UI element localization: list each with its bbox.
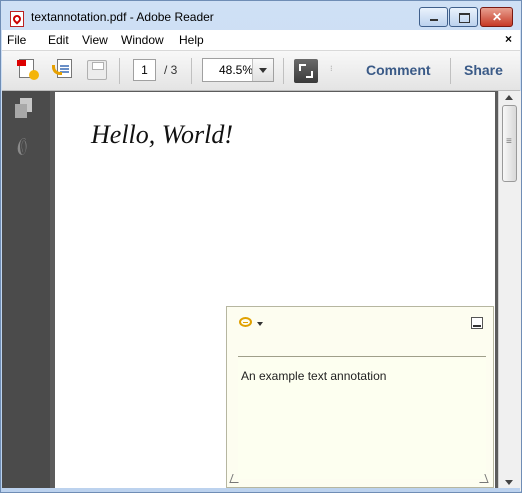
comment-button[interactable]: Comment	[366, 62, 431, 78]
full-screen-icon[interactable]	[294, 59, 318, 83]
zoom-select[interactable]: 48.5%	[202, 58, 274, 82]
note-divider	[238, 356, 486, 357]
page-thumbnails-icon[interactable]	[15, 98, 35, 118]
toolbar-divider	[450, 58, 451, 84]
scroll-up-icon[interactable]	[505, 95, 513, 100]
page-total: / 3	[164, 63, 178, 77]
toolbar-divider	[119, 58, 120, 84]
menu-bar: File Edit View Window Help ×	[2, 30, 520, 51]
window-title: textannotation.pdf - Adobe Reader	[31, 10, 214, 24]
menu-file[interactable]: File	[7, 33, 26, 47]
scroll-down-icon[interactable]	[505, 480, 513, 485]
annotation-text-field[interactable]: An example text annotation	[238, 359, 486, 479]
menu-help[interactable]: Help	[179, 33, 204, 47]
resize-handle-right-icon[interactable]	[476, 474, 489, 483]
toolbar-divider	[191, 58, 192, 84]
close-document-icon[interactable]: ×	[505, 32, 512, 46]
attachment-icon[interactable]: 𝒪	[11, 135, 33, 161]
maximize-button[interactable]	[449, 7, 478, 27]
adobe-reader-window: textannotation.pdf - Adobe Reader File E…	[0, 0, 522, 493]
minimize-note-icon[interactable]	[471, 317, 483, 329]
toolbar-grip: ⁝	[330, 64, 333, 73]
menu-view[interactable]: View	[82, 33, 108, 47]
chevron-down-icon[interactable]	[257, 322, 263, 326]
annotation-popup[interactable]: An example text annotation	[226, 306, 494, 488]
share-button[interactable]: Share	[464, 62, 503, 78]
annotation-text: An example text annotation	[241, 369, 387, 383]
comment-bubble-icon[interactable]	[239, 317, 252, 327]
create-pdf-icon[interactable]	[17, 59, 39, 81]
close-button[interactable]	[480, 7, 513, 27]
title-bar: textannotation.pdf - Adobe Reader	[1, 1, 521, 30]
toolbar-divider	[283, 58, 284, 84]
page-number-input[interactable]: 1	[133, 59, 156, 81]
resize-handle-left-icon[interactable]	[229, 474, 242, 483]
chevron-down-icon[interactable]	[252, 59, 273, 81]
window-bottom-edge	[2, 488, 520, 492]
pdf-app-icon	[10, 11, 24, 27]
scrollbar-thumb[interactable]	[502, 105, 517, 182]
toolbar: 1 / 3 48.5% ⁝ Comment Share	[2, 51, 520, 91]
menu-edit[interactable]: Edit	[48, 33, 69, 47]
menu-window[interactable]: Window	[121, 33, 164, 47]
vertical-scrollbar[interactable]	[498, 91, 521, 491]
save-icon[interactable]	[86, 59, 108, 81]
zoom-value: 48.5%	[218, 63, 253, 77]
minimize-button[interactable]	[419, 7, 448, 27]
export-pdf-icon[interactable]	[52, 59, 74, 81]
document-text: Hello, World!	[91, 120, 234, 149]
navigation-pane: 𝒪	[2, 91, 50, 491]
